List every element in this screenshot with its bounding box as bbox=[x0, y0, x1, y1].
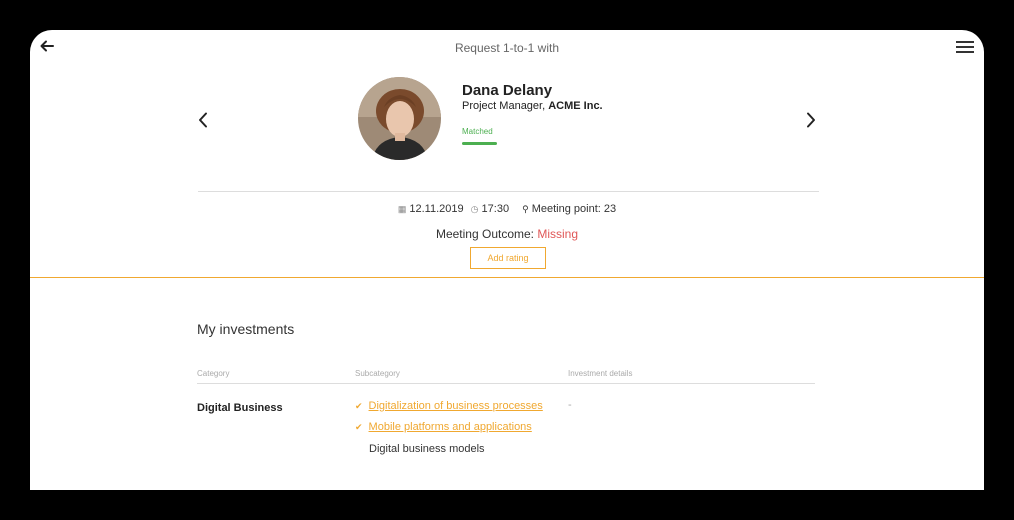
meeting-outcome-value: Missing bbox=[537, 227, 579, 241]
status-badge: Matched bbox=[462, 127, 493, 136]
clock-icon: ◷ bbox=[470, 204, 479, 214]
checkmark-icon: ✔ bbox=[355, 401, 363, 411]
page-title: Request 1-to-1 with bbox=[454, 41, 560, 55]
profile-role-title: Project Manager, bbox=[462, 100, 549, 112]
table-row-category: Digital Business bbox=[197, 402, 283, 414]
meeting-date: 12.11.2019 bbox=[409, 203, 464, 215]
avatar bbox=[358, 77, 441, 160]
section-separator bbox=[30, 277, 984, 278]
meeting-outcome-label: Meeting Outcome: bbox=[435, 227, 534, 241]
previous-profile-button[interactable] bbox=[194, 110, 212, 130]
investments-title: My investments bbox=[197, 321, 295, 337]
next-profile-button[interactable] bbox=[802, 110, 820, 130]
investment-details-value: - bbox=[568, 399, 572, 411]
profile-name: Dana Delany bbox=[462, 82, 553, 99]
meeting-meta: ▦ 12.11.2019 ◷ 17:30 ⚲ Meeting point: 23 bbox=[30, 203, 984, 215]
subcategory-label: Mobile platforms and applications bbox=[368, 421, 532, 433]
column-header-details: Investment details bbox=[568, 369, 633, 378]
subcategory-item[interactable]: ✔ Digitalization of business processes bbox=[355, 400, 543, 412]
meeting-time: 17:30 bbox=[481, 203, 510, 215]
add-rating-button[interactable]: Add rating bbox=[470, 247, 546, 269]
column-header-category: Category bbox=[197, 369, 230, 378]
subcategory-item[interactable]: ✔ Mobile platforms and applications bbox=[355, 421, 532, 433]
calendar-icon: ▦ bbox=[397, 204, 407, 214]
subcategory-label: Digitalization of business processes bbox=[368, 400, 543, 412]
top-bar: Request 1-to-1 with bbox=[30, 30, 984, 66]
subcategory-item: Digital business models bbox=[369, 443, 485, 455]
profile-company: ACME Inc. bbox=[548, 100, 603, 112]
device-frame: Request 1-to-1 with Dana Delany Project … bbox=[0, 0, 1014, 520]
meeting-outcome: Meeting Outcome: Missing bbox=[30, 227, 984, 241]
status-indicator-bar bbox=[462, 142, 497, 145]
hamburger-menu-icon[interactable] bbox=[956, 39, 974, 55]
meeting-point-label: Meeting point: bbox=[531, 203, 601, 215]
divider bbox=[198, 191, 819, 192]
profile-role: Project Manager, ACME Inc. bbox=[462, 100, 603, 112]
location-pin-icon: ⚲ bbox=[522, 204, 529, 214]
app-screen: Request 1-to-1 with Dana Delany Project … bbox=[30, 30, 984, 490]
column-header-subcategory: Subcategory bbox=[355, 369, 400, 378]
meeting-point-value: 23 bbox=[603, 203, 617, 215]
chevron-right-icon bbox=[807, 112, 815, 128]
table-header-divider bbox=[197, 383, 815, 384]
chevron-left-icon bbox=[199, 112, 207, 128]
checkmark-icon: ✔ bbox=[355, 422, 363, 432]
